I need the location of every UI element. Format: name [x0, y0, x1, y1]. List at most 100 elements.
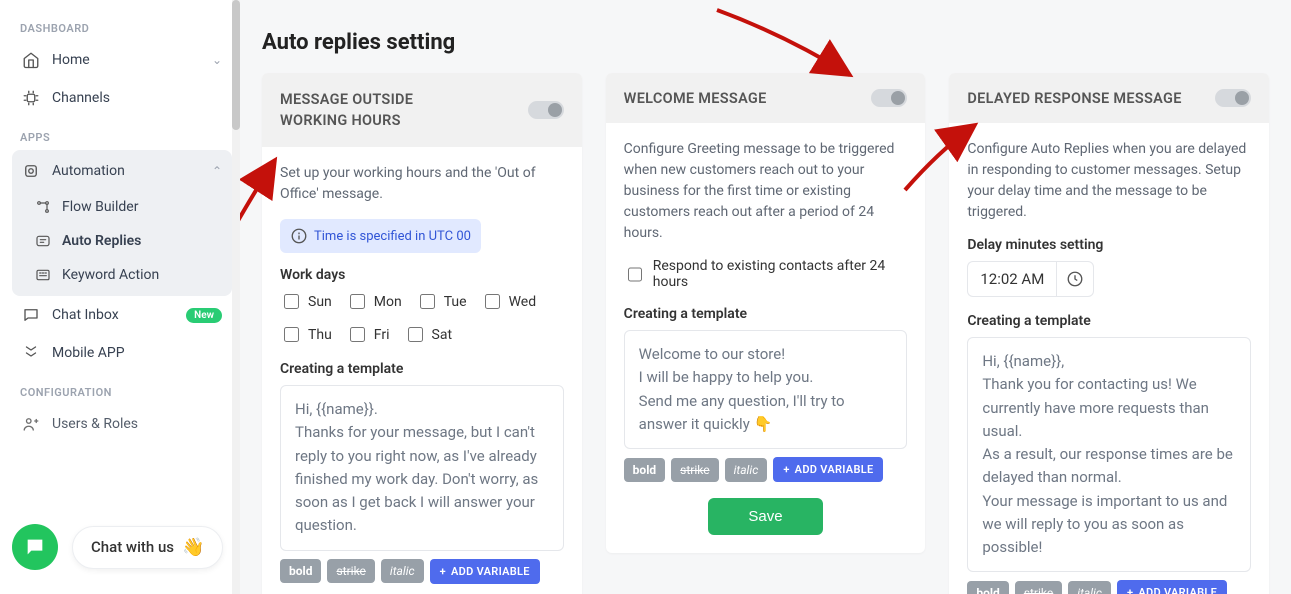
respond-existing-checkbox[interactable]: Respond to existing contacts after 24 ho…	[624, 258, 908, 290]
weekday-fri[interactable]: Fri	[346, 324, 390, 345]
template-editor[interactable]: Hi, {{name}}. Thanks for your message, b…	[280, 385, 564, 551]
sidebar-item-label: Auto Replies	[62, 233, 141, 249]
app-root: DASHBOARD Home ⌄ Channels APPS Automatio…	[0, 0, 1291, 594]
mobile-icon	[22, 344, 40, 362]
workdays-label: Work days	[280, 267, 564, 283]
bold-button[interactable]: bold	[280, 559, 321, 583]
editor-toolbar: bold strike italic +ADD VARIABLE	[624, 457, 908, 482]
sidebar-item-channels[interactable]: Channels	[12, 79, 232, 117]
wave-icon: 👋	[182, 537, 204, 558]
sidebar-item-label: Mobile APP	[52, 345, 125, 361]
sidebar-item-label: Chat Inbox	[52, 307, 119, 323]
weekday-wed[interactable]: Wed	[481, 291, 537, 312]
weekdays-row: Sun Mon Tue Wed Thu Fri Sat	[280, 291, 564, 345]
card-title: DELAYED RESPONSE MESSAGE	[967, 90, 1181, 107]
cards-row: MESSAGE OUTSIDE WORKING HOURS Set up you…	[262, 73, 1269, 594]
creating-template-label: Creating a template	[967, 313, 1251, 329]
creating-template-label: Creating a template	[624, 306, 908, 322]
template-editor[interactable]: Welcome to our store! I will be happy to…	[624, 330, 908, 449]
card-desc: Set up your working hours and the 'Out o…	[280, 163, 564, 205]
plus-icon: +	[783, 463, 789, 476]
sidebar-item-flow-builder[interactable]: Flow Builder	[12, 190, 232, 224]
add-variable-button[interactable]: +ADD VARIABLE	[1117, 580, 1227, 594]
card-desc: Configure Auto Replies when you are dela…	[967, 139, 1251, 223]
card-desc: Configure Greeting message to be trigger…	[624, 139, 908, 244]
chat-widget: Chat with us 👋	[12, 524, 223, 570]
chat-fab-button[interactable]	[12, 524, 58, 570]
utc-notice: Time is specified in UTC 00	[280, 219, 481, 253]
sidebar-item-home[interactable]: Home ⌄	[12, 41, 232, 79]
flow-icon	[34, 198, 52, 216]
chat-with-us-button[interactable]: Chat with us 👋	[72, 526, 223, 569]
sidebar-item-keyword-action[interactable]: Keyword Action	[12, 258, 232, 292]
card-outside-hours: MESSAGE OUTSIDE WORKING HOURS Set up you…	[262, 73, 582, 594]
keyword-icon	[34, 266, 52, 284]
card-header: MESSAGE OUTSIDE WORKING HOURS	[262, 73, 582, 147]
plus-icon: +	[440, 565, 446, 578]
time-value[interactable]: 12:02 AM	[967, 261, 1056, 297]
save-button[interactable]: Save	[708, 498, 822, 535]
weekday-thu[interactable]: Thu	[280, 324, 332, 345]
creating-template-label: Creating a template	[280, 361, 564, 377]
section-dashboard: DASHBOARD	[12, 8, 232, 41]
page-title: Auto replies setting	[262, 30, 1269, 55]
new-badge: New	[186, 308, 222, 323]
sidebar-item-mobile-app[interactable]: Mobile APP	[12, 334, 232, 372]
notice-text: Time is specified in UTC 00	[314, 229, 471, 244]
home-icon	[22, 51, 40, 69]
time-picker[interactable]: 12:02 AM	[967, 261, 1251, 297]
respond-existing-label: Respond to existing contacts after 24 ho…	[653, 258, 908, 290]
clock-icon[interactable]	[1056, 261, 1094, 297]
italic-button[interactable]: italic	[381, 559, 424, 583]
auto-replies-icon	[34, 232, 52, 250]
card-header: DELAYED RESPONSE MESSAGE	[949, 73, 1269, 123]
weekday-tue[interactable]: Tue	[416, 291, 467, 312]
card-welcome-message: WELCOME MESSAGE Configure Greeting messa…	[606, 73, 926, 553]
italic-button[interactable]: italic	[1068, 581, 1111, 594]
info-icon	[290, 227, 308, 245]
sidebar-group-automation: Automation ⌃ Flow Builder Auto Replies K…	[12, 150, 232, 296]
bold-button[interactable]: bold	[624, 458, 665, 482]
weekday-sat[interactable]: Sat	[404, 324, 453, 345]
editor-toolbar: bold strike italic +ADD VARIABLE	[967, 580, 1251, 594]
section-apps: APPS	[12, 117, 232, 150]
card-title: MESSAGE OUTSIDE WORKING HOURS	[280, 89, 480, 131]
toggle-delayed[interactable]	[1215, 89, 1251, 107]
weekday-sun[interactable]: Sun	[280, 291, 332, 312]
template-editor[interactable]: Hi, {{name}}, Thank you for contacting u…	[967, 337, 1251, 572]
toggle-welcome[interactable]	[871, 89, 907, 107]
main-content: Auto replies setting MESSAGE OUTSIDE WOR…	[240, 0, 1291, 594]
sidebar-item-automation[interactable]: Automation ⌃	[12, 152, 232, 190]
strike-button[interactable]: strike	[327, 559, 374, 583]
card-delayed-response: DELAYED RESPONSE MESSAGE Configure Auto …	[949, 73, 1269, 594]
chevron-down-icon: ⌄	[212, 53, 222, 67]
users-icon	[22, 415, 40, 433]
chevron-up-icon: ⌃	[212, 164, 222, 178]
weekday-mon[interactable]: Mon	[346, 291, 402, 312]
delay-minutes-label: Delay minutes setting	[967, 237, 1251, 253]
strike-button[interactable]: strike	[671, 458, 718, 482]
sidebar-item-label: Flow Builder	[62, 199, 138, 215]
sidebar-item-chat-inbox[interactable]: Chat Inbox New	[12, 296, 232, 334]
sidebar-item-users-roles[interactable]: Users & Roles	[12, 405, 232, 443]
strike-button[interactable]: strike	[1015, 581, 1062, 594]
scrollbar-thumb[interactable]	[232, 0, 240, 130]
sidebar-item-label: Channels	[52, 90, 110, 106]
sidebar-item-label: Users & Roles	[52, 416, 138, 432]
add-variable-button[interactable]: +ADD VARIABLE	[773, 457, 883, 482]
bold-button[interactable]: bold	[967, 581, 1008, 594]
sidebar-item-auto-replies[interactable]: Auto Replies	[12, 224, 232, 258]
card-title: WELCOME MESSAGE	[624, 90, 767, 107]
add-variable-button[interactable]: +ADD VARIABLE	[430, 559, 540, 584]
toggle-outside-hours[interactable]	[528, 101, 564, 119]
sidebar-item-label: Home	[52, 52, 90, 68]
italic-button[interactable]: italic	[725, 458, 768, 482]
card-header: WELCOME MESSAGE	[606, 73, 926, 123]
card-body: Configure Auto Replies when you are dela…	[949, 123, 1269, 594]
section-configuration: CONFIGURATION	[12, 372, 232, 405]
channels-icon	[22, 89, 40, 107]
chat-pill-label: Chat with us	[91, 538, 174, 556]
plus-icon: +	[1127, 586, 1133, 594]
chat-inbox-icon	[22, 306, 40, 324]
card-body: Set up your working hours and the 'Out o…	[262, 147, 582, 594]
